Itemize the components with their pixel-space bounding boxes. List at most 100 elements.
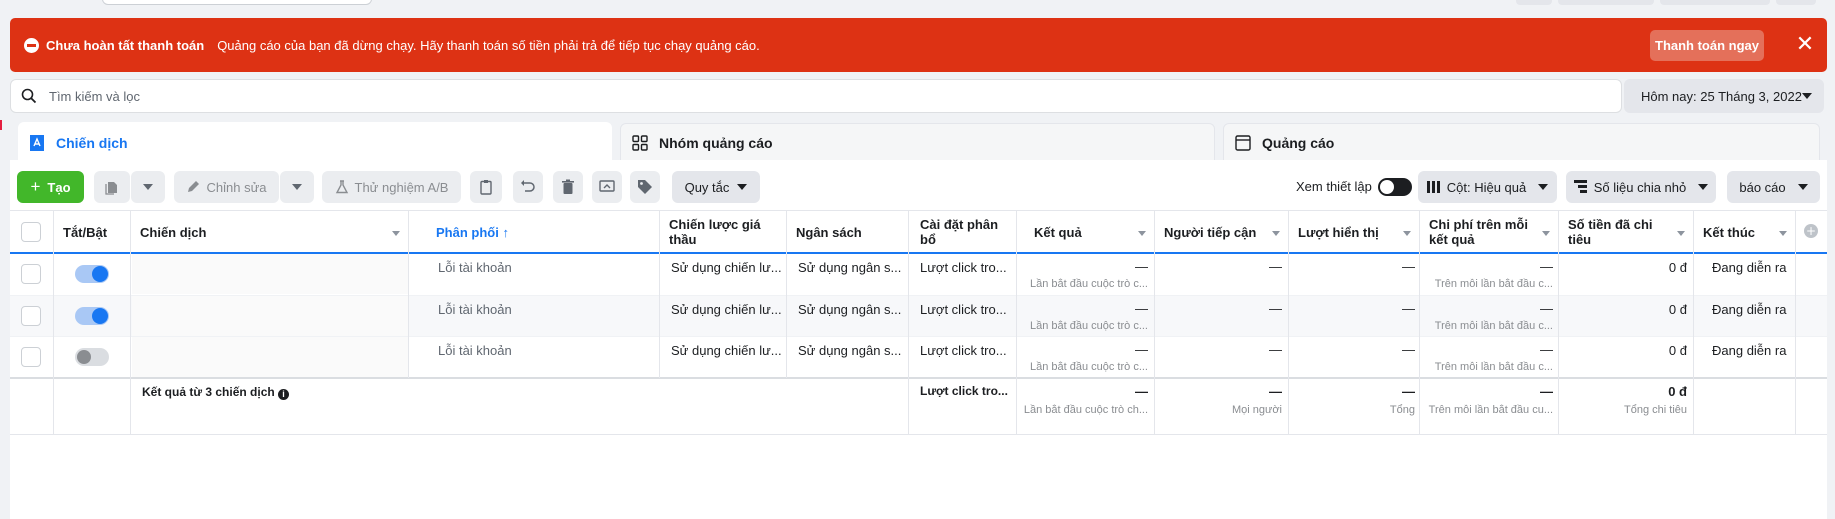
row-checkbox[interactable] xyxy=(21,347,41,367)
sort-caret-icon xyxy=(392,231,400,236)
clipboard-button[interactable] xyxy=(470,171,502,203)
search-icon xyxy=(21,88,37,104)
tag-button[interactable] xyxy=(630,171,660,203)
view-setup-toggle[interactable] xyxy=(1378,178,1412,196)
tab-label: Chiến dịch xyxy=(56,135,128,151)
duplicate-dropdown[interactable] xyxy=(131,171,165,203)
edit-dropdown[interactable] xyxy=(280,171,314,203)
impressions-value: — xyxy=(1402,259,1415,274)
clipboard-icon xyxy=(480,180,492,195)
amount-spent: 0 đ xyxy=(1668,343,1687,358)
ad-window-icon xyxy=(1235,134,1251,151)
tab-ads[interactable]: Quảng cáo xyxy=(1223,123,1820,161)
campaign-name-redacted xyxy=(132,337,408,377)
tab-ad-sets[interactable]: Nhóm quảng cáo xyxy=(620,123,1215,161)
tab-campaigns[interactable]: Chiến dịch xyxy=(18,122,612,164)
search-filter-bar[interactable] xyxy=(10,79,1622,113)
header-bid-strategy[interactable]: Chiến lược giá thầu xyxy=(661,212,786,252)
row-checkbox[interactable] xyxy=(21,264,41,284)
attribution-setting: Lượt click tro... xyxy=(920,343,1007,358)
summary-results-sub: Lần bắt đầu cuộc trò ch... xyxy=(1023,404,1148,416)
top-button[interactable] xyxy=(1660,0,1770,5)
undo-button[interactable] xyxy=(513,171,543,203)
table-top-border xyxy=(10,210,1827,211)
campaign-toggle-off[interactable] xyxy=(75,348,109,366)
budget: Sử dụng ngân s... xyxy=(798,260,902,275)
campaign-toggle-on[interactable] xyxy=(75,265,109,283)
add-column-icon[interactable]: + xyxy=(1804,224,1818,238)
alert-message: Quảng cáo của bạn đã dừng chạy. Hãy than… xyxy=(217,37,760,53)
header-reach[interactable]: Người tiếp cận xyxy=(1156,212,1288,252)
columns-dropdown[interactable]: Cột: Hiệu quả xyxy=(1418,171,1557,203)
select-all-checkbox[interactable] xyxy=(21,222,41,242)
date-range-picker[interactable]: Hôm nay: 25 Tháng 3, 2022 xyxy=(1624,79,1824,113)
tab-label: Nhóm quảng cáo xyxy=(659,134,773,151)
col-divider xyxy=(1288,210,1289,435)
col-divider xyxy=(659,210,660,378)
header-label: Kết thúc xyxy=(1703,224,1755,240)
header-label: Người tiếp cận xyxy=(1164,224,1257,240)
end-status: Đang diễn ra xyxy=(1712,260,1787,275)
delete-button[interactable] xyxy=(553,171,583,203)
cost-value: — xyxy=(1540,342,1553,357)
reports-dropdown[interactable]: báo cáo xyxy=(1727,171,1820,203)
sort-caret-icon xyxy=(1138,231,1146,236)
budget: Sử dụng ngân s... xyxy=(798,343,902,358)
duplicate-button[interactable] xyxy=(94,171,130,203)
budget: Sử dụng ngân s... xyxy=(798,302,902,317)
header-campaign[interactable]: Chiến dịch xyxy=(132,212,408,252)
row-checkbox[interactable] xyxy=(21,306,41,326)
header-delivery[interactable]: Phân phối ↑ xyxy=(428,212,659,252)
bid-strategy: Sử dụng chiến lư... xyxy=(671,343,782,358)
export-icon xyxy=(599,180,615,192)
breakdown-label: Số liệu chia nhỏ xyxy=(1593,179,1687,195)
summary-divider xyxy=(10,377,1827,379)
header-attribution[interactable]: Cài đặt phân bổ xyxy=(910,212,1016,252)
summary-reach: — xyxy=(1269,384,1282,399)
campaign-name-redacted xyxy=(132,296,408,336)
header-budget[interactable]: Ngân sách xyxy=(788,212,908,252)
edit-label: Chỉnh sửa xyxy=(206,179,267,195)
close-icon[interactable]: ✕ xyxy=(1790,30,1820,60)
chevron-down-icon xyxy=(737,184,748,190)
header-toggle[interactable]: Tắt/Bật xyxy=(55,212,130,252)
amount-spent: 0 đ xyxy=(1668,260,1687,275)
header-cost-per-result[interactable]: Chi phí trên mỗi kết quả xyxy=(1421,212,1558,252)
pencil-icon xyxy=(188,181,200,192)
sort-caret-icon xyxy=(1677,231,1685,236)
cost-sub: Trên mỗi lần bắt đầu c... xyxy=(1434,320,1553,332)
info-icon[interactable]: i xyxy=(278,389,290,400)
header-amount-spent[interactable]: Số tiền đã chi tiêu xyxy=(1560,212,1693,252)
rules-dropdown[interactable]: Quy tắc xyxy=(672,171,760,203)
chevron-down-icon xyxy=(143,184,153,190)
summary-label: Kết quả từ 3 chiến dịch i xyxy=(142,385,290,400)
header-ends[interactable]: Kết thúc xyxy=(1695,212,1795,252)
summary-cost: — xyxy=(1540,384,1553,399)
top-button[interactable] xyxy=(1558,0,1654,5)
search-input[interactable] xyxy=(49,88,1449,104)
flask-icon xyxy=(335,180,348,194)
top-search-remnant xyxy=(102,0,372,5)
breakdown-dropdown[interactable]: Số liệu chia nhỏ xyxy=(1566,171,1716,203)
col-divider xyxy=(1693,210,1694,435)
top-button[interactable] xyxy=(1776,0,1816,5)
export-button[interactable] xyxy=(592,171,622,203)
header-results[interactable]: Kết quả xyxy=(1018,212,1154,252)
create-button[interactable]: + Tạo xyxy=(17,171,84,203)
top-button[interactable] xyxy=(1516,0,1552,5)
edit-button[interactable]: Chỉnh sửa xyxy=(174,171,279,203)
pay-now-button[interactable]: Thanh toán ngay xyxy=(1650,30,1764,61)
ab-test-button[interactable]: Thử nghiệm A/B xyxy=(322,171,461,203)
reach-value: — xyxy=(1269,301,1282,316)
reach-value: — xyxy=(1269,342,1282,357)
sort-caret-icon xyxy=(1272,231,1280,236)
results-value: — xyxy=(1135,301,1148,316)
header-impressions[interactable]: Lượt hiển thị xyxy=(1290,212,1419,252)
toggle-knob xyxy=(1380,180,1394,194)
chevron-down-icon xyxy=(1538,184,1549,190)
chevron-down-icon xyxy=(1698,184,1709,190)
summary-cost-sub: Trên mỗi lần bắt đầu cu... xyxy=(1428,404,1553,416)
cost-value: — xyxy=(1540,301,1553,316)
campaign-toggle-on[interactable] xyxy=(75,307,109,325)
header-label: Số tiền đã chi tiêu xyxy=(1568,217,1653,247)
